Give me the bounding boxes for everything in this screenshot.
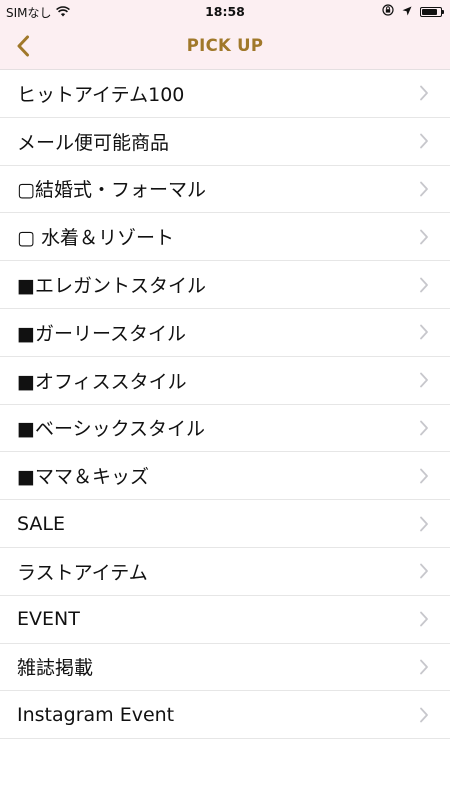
list-item[interactable]: EVENT	[0, 596, 450, 644]
list-item[interactable]: 雑誌掲載	[0, 644, 450, 692]
list-item[interactable]: ■ベーシックスタイル	[0, 405, 450, 453]
chevron-right-icon	[420, 277, 428, 292]
orientation-lock-icon	[382, 4, 394, 19]
chevron-right-icon	[420, 468, 428, 484]
battery-icon	[420, 6, 444, 17]
list-item-label: ■ママ＆キッズ	[17, 466, 149, 489]
chevron-right-icon	[420, 563, 428, 579]
list-item-label: ■オフィススタイル	[17, 370, 187, 393]
list-item[interactable]: ■ガーリースタイル	[0, 309, 450, 357]
list-item-label: ■ベーシックスタイル	[17, 418, 206, 441]
list-item[interactable]: ▢結婚式・フォーマル	[0, 166, 450, 214]
list-item[interactable]: Instagram Event	[0, 691, 450, 740]
chevron-right-icon	[420, 707, 428, 723]
list-item[interactable]: ■エレガントスタイル	[0, 261, 450, 309]
status-right	[382, 4, 444, 19]
chevron-right-icon	[420, 659, 428, 675]
screen: SIMなし 18:58 PICK UP ヒットアイテム100 メール便可能商品 …	[0, 0, 450, 800]
list-item-label: ラストアイテム	[17, 561, 148, 584]
chevron-right-icon	[420, 324, 428, 340]
list-item[interactable]: メール便可能商品	[0, 118, 450, 166]
list-item-label: ヒットアイテム100	[17, 83, 185, 106]
chevron-right-icon	[420, 420, 428, 436]
list-item[interactable]: ヒットアイテム100	[0, 70, 450, 118]
list-item[interactable]: ▢ 水着＆リゾート	[0, 213, 450, 262]
list-item[interactable]: ■オフィススタイル	[0, 357, 450, 405]
chevron-right-icon	[420, 229, 428, 245]
list-item-label: 雑誌掲載	[17, 657, 94, 680]
list-item-label: ▢ 水着＆リゾート	[17, 227, 174, 250]
list-item[interactable]: ラストアイテム	[0, 548, 450, 596]
list-item-label: ■ガーリースタイル	[17, 322, 187, 345]
chevron-right-icon	[420, 611, 428, 627]
chevron-right-icon	[420, 372, 428, 388]
list-item-label: ■エレガントスタイル	[17, 275, 206, 298]
list-item[interactable]: ■ママ＆キッズ	[0, 452, 450, 501]
chevron-right-icon	[420, 516, 428, 531]
pickup-menu-list: ヒットアイテム100 メール便可能商品 ▢結婚式・フォーマル ▢ 水着＆リゾート ■エレ…	[0, 70, 450, 740]
battery-fill	[422, 8, 437, 15]
list-item-label: EVENT	[17, 608, 80, 631]
navigation-bar: PICK UP	[0, 24, 450, 69]
chevron-right-icon	[420, 181, 428, 197]
chevron-right-icon	[420, 85, 428, 101]
list-item-label: Instagram Event	[17, 703, 175, 726]
list-item-label: メール便可能商品	[17, 131, 170, 154]
list-item[interactable]: SALE	[0, 500, 450, 548]
header: SIMなし 18:58 PICK UP	[0, 0, 450, 70]
page-title: PICK UP	[186, 36, 264, 55]
list-item-label: ▢結婚式・フォーマル	[17, 179, 206, 202]
chevron-right-icon	[420, 133, 428, 149]
status-bar: SIMなし 18:58	[0, 0, 450, 24]
location-arrow-icon	[402, 5, 412, 19]
list-item-label: SALE	[17, 512, 66, 535]
